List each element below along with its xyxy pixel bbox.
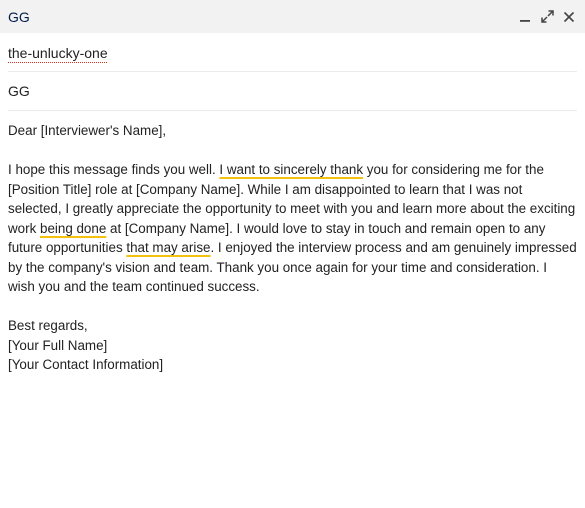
to-field[interactable]: the-unlucky-one xyxy=(8,33,577,72)
greeting-line: Dear [Interviewer's Name], xyxy=(8,123,167,138)
window-controls xyxy=(517,9,577,25)
close-icon[interactable] xyxy=(561,9,577,25)
grammar-suggestion[interactable]: I want to sincerely thank xyxy=(219,162,363,177)
body-paragraph: I hope this message finds you well. I wa… xyxy=(8,160,577,297)
body-text: I hope this message finds you well. xyxy=(8,162,220,177)
compose-titlebar[interactable]: GG xyxy=(0,0,585,33)
message-body[interactable]: Dear [Interviewer's Name], I hope this m… xyxy=(0,111,585,375)
grammar-suggestion[interactable]: that may arise xyxy=(126,240,210,255)
signature-name: [Your Full Name] xyxy=(8,337,108,353)
signature-contact: [Your Contact Information] xyxy=(8,357,164,372)
subject-field[interactable]: GG xyxy=(8,72,577,111)
closing-line: Best regards, xyxy=(8,318,88,333)
recipient-chip[interactable]: the-unlucky-one xyxy=(8,45,108,61)
compose-window: GG the-unlucky-one GG Dear [Interviewer'… xyxy=(0,0,585,508)
subject-input[interactable]: GG xyxy=(8,83,30,99)
minimize-icon[interactable] xyxy=(517,9,533,25)
compose-title: GG xyxy=(8,8,30,25)
grammar-suggestion[interactable]: being done xyxy=(40,221,106,236)
expand-icon[interactable] xyxy=(539,9,555,25)
